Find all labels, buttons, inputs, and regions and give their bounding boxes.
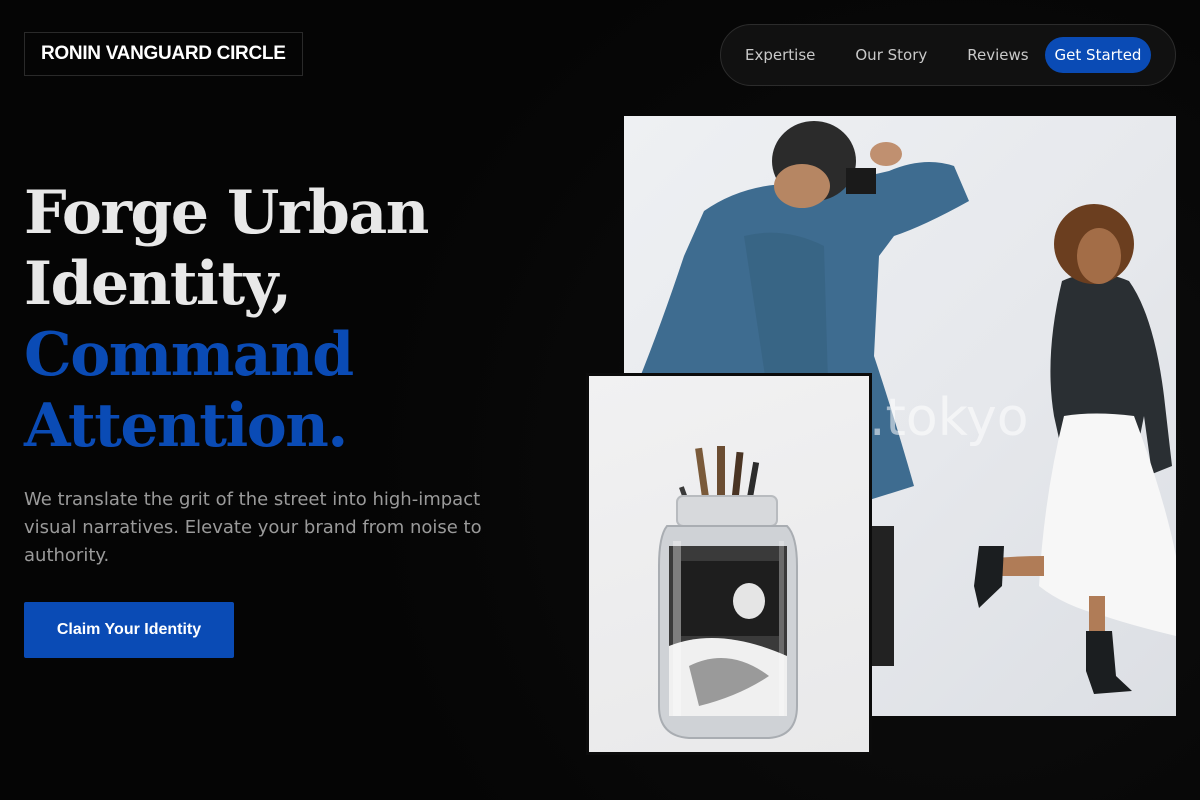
headline-line-3: Command [24,320,354,390]
claim-identity-button[interactable]: Claim Your Identity [24,602,234,658]
nav-link-our-story[interactable]: Our Story [855,46,927,64]
nav-link-expertise[interactable]: Expertise [745,46,815,64]
headline-line-1: Forge Urban [24,178,429,248]
hero-headline: Forge Urban Identity, Command Attention. [24,178,429,462]
page: RONIN VANGUARD CIRCLE Expertise Our Stor… [0,0,1200,800]
jar-photo-frame [586,373,872,755]
jar-photo [589,376,869,752]
main-photo-watermark: .tokyo [869,388,1029,448]
get-started-button[interactable]: Get Started [1045,37,1151,73]
brand-logo[interactable]: RONIN VANGUARD CIRCLE [24,32,303,76]
top-nav: Expertise Our Story Reviews Get Started [720,24,1176,86]
headline-line-2: Identity, [24,249,292,319]
nav-link-reviews[interactable]: Reviews [967,46,1028,64]
hero-subtext: We translate the grit of the street into… [24,489,482,566]
headline-line-4: Attention. [24,391,348,461]
jar-illustration [658,446,798,739]
brand-name: RONIN VANGUARD CIRCLE [41,43,286,64]
